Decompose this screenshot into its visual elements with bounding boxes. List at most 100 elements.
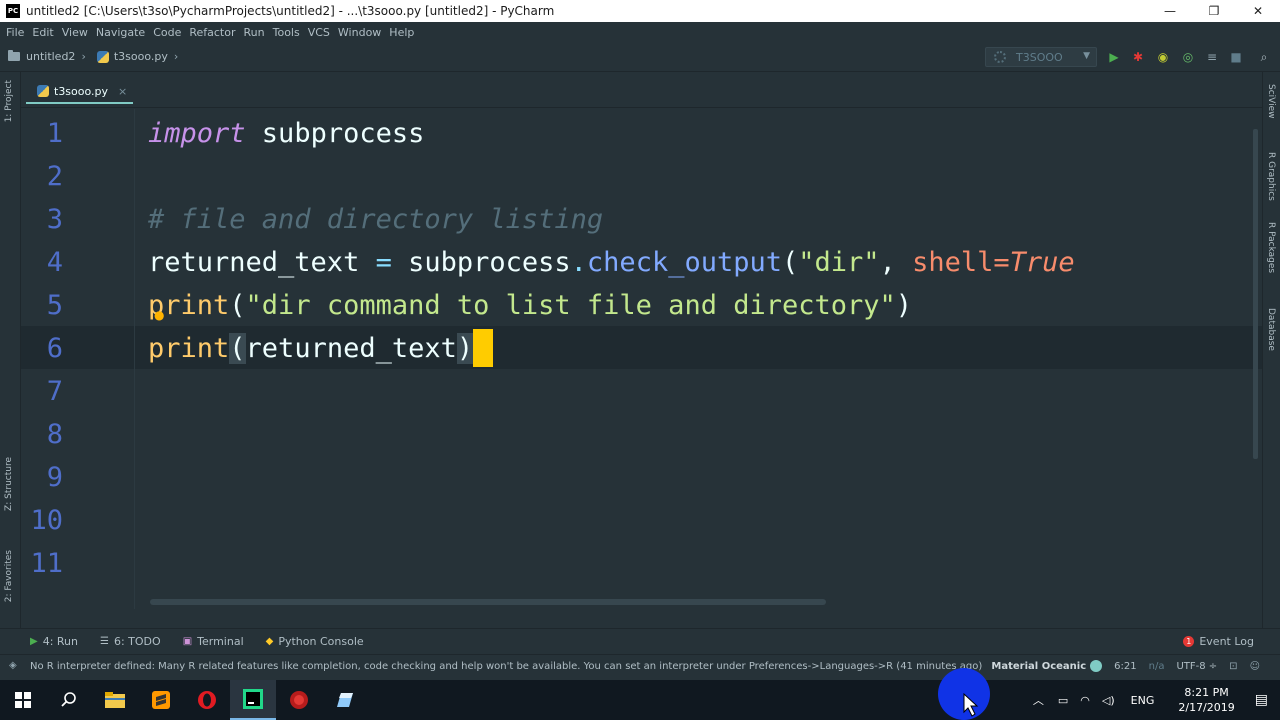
todo-tool-tab[interactable]: ☰ 6: TODO bbox=[100, 635, 161, 648]
code-string: "dir command to list file and directory" bbox=[245, 290, 896, 321]
pycharm-logo-icon: PC bbox=[6, 4, 20, 18]
menu-edit[interactable]: Edit bbox=[28, 26, 57, 39]
profile-icon[interactable]: ◎ bbox=[1180, 49, 1196, 65]
menu-help[interactable]: Help bbox=[385, 26, 418, 39]
run-configuration-label: T3SOOO bbox=[1016, 50, 1063, 64]
code-text: returned_text bbox=[148, 247, 376, 278]
terminal-tool-label: Terminal bbox=[197, 635, 244, 648]
menu-view[interactable]: View bbox=[58, 26, 92, 39]
line-separator[interactable]: n/a bbox=[1149, 661, 1165, 672]
windows-taskbar: ︿ ▭ ◠ ◁) ENG 8:21 PM 2/17/2019 ▤ bbox=[0, 680, 1280, 720]
caret-position[interactable]: 6:21 bbox=[1114, 661, 1136, 672]
menu-bar: File Edit View Navigate Code Refactor Ru… bbox=[0, 22, 1280, 42]
sublime-text-icon[interactable] bbox=[138, 680, 184, 720]
run-tool-tab[interactable]: ▶ 4: Run bbox=[30, 635, 78, 648]
file-explorer-icon[interactable] bbox=[92, 680, 138, 720]
python-console-tool-tab[interactable]: ◆ Python Console bbox=[266, 635, 364, 648]
windows-start-icon[interactable] bbox=[0, 680, 46, 720]
code-keyword: import bbox=[148, 118, 246, 149]
line-number: 8 bbox=[46, 419, 63, 450]
battery-icon[interactable]: ▭ bbox=[1058, 694, 1068, 707]
pycharm-taskbar-icon[interactable] bbox=[230, 680, 276, 720]
run-configuration-select[interactable]: T3SOOO ▼ bbox=[985, 47, 1097, 67]
inspector-icon[interactable]: ☺ bbox=[1250, 661, 1260, 672]
breadcrumb-project[interactable]: untitled2 bbox=[26, 50, 75, 63]
opera-browser-icon[interactable] bbox=[184, 680, 230, 720]
line-number: 3 bbox=[46, 204, 63, 235]
theme-dot-icon bbox=[1090, 660, 1103, 672]
maximize-button[interactable]: ❐ bbox=[1192, 0, 1236, 22]
search-icon[interactable] bbox=[46, 680, 92, 720]
wifi-icon[interactable]: ◠ bbox=[1080, 694, 1090, 707]
menu-file[interactable]: File bbox=[2, 26, 28, 39]
right-tool-strip: SciView R Graphics R Packages Database bbox=[1262, 72, 1280, 628]
line-number: 2 bbox=[46, 161, 63, 192]
coverage-icon[interactable]: ◉ bbox=[1155, 49, 1171, 65]
notification-icon[interactable]: ◈ bbox=[9, 660, 17, 671]
clock[interactable]: 8:21 PM 2/17/2019 bbox=[1178, 685, 1234, 715]
menu-tools[interactable]: Tools bbox=[269, 26, 304, 39]
title-bar: PC untitled2 [C:\Users\t3so\PycharmProje… bbox=[0, 0, 1280, 22]
intention-bulb-icon[interactable]: ● bbox=[154, 308, 164, 322]
lock-icon[interactable]: ⊡ bbox=[1229, 661, 1237, 672]
notifications-icon[interactable]: ▤ bbox=[1255, 692, 1268, 708]
system-tray: ︿ ▭ ◠ ◁) ENG 8:21 PM 2/17/2019 ▤ bbox=[1025, 680, 1280, 720]
r-packages-tool-tab[interactable]: R Packages bbox=[1266, 222, 1276, 273]
vertical-scrollbar[interactable] bbox=[1253, 129, 1258, 459]
menu-vcs[interactable]: VCS bbox=[304, 26, 334, 39]
status-message[interactable]: No R interpreter defined: Many R related… bbox=[30, 661, 982, 672]
run-icon[interactable]: ▶ bbox=[1106, 49, 1122, 65]
line-number: 7 bbox=[46, 376, 63, 407]
code-text: subprocess bbox=[245, 118, 425, 149]
code-line-5: print("dir command to list file and dire… bbox=[148, 284, 912, 327]
project-tool-tab[interactable]: 1: Project bbox=[4, 80, 14, 122]
theme-label: Material Oceanic bbox=[991, 661, 1087, 672]
bottom-tool-bar: ▶ 4: Run ☰ 6: TODO ▣ Terminal ◆ Python C… bbox=[0, 628, 1280, 654]
code-keyword: True bbox=[1009, 247, 1075, 278]
terminal-icon: ▣ bbox=[182, 636, 193, 647]
r-graphics-tool-tab[interactable]: R Graphics bbox=[1266, 152, 1276, 201]
gutter-separator bbox=[134, 109, 135, 609]
search-icon[interactable]: ⌕ bbox=[1256, 49, 1272, 65]
menu-window[interactable]: Window bbox=[334, 26, 385, 39]
todo-tool-label: 6: TODO bbox=[113, 635, 161, 648]
favorites-tool-tab[interactable]: 2: Favorites bbox=[4, 550, 14, 602]
minimize-button[interactable]: — bbox=[1148, 0, 1192, 22]
tab-t3sooo-py[interactable]: t3sooo.py × bbox=[26, 80, 134, 104]
database-tool-tab[interactable]: Database bbox=[1266, 308, 1276, 351]
build-icon[interactable]: ≡ bbox=[1204, 49, 1220, 65]
code-text: , bbox=[879, 247, 913, 278]
python-console-tool-label: Python Console bbox=[278, 635, 364, 648]
screen-recorder-icon[interactable] bbox=[276, 680, 322, 720]
input-language[interactable]: ENG bbox=[1131, 694, 1155, 707]
close-tab-icon[interactable]: × bbox=[118, 85, 127, 98]
code-paren: ) bbox=[895, 290, 913, 321]
breadcrumb-file[interactable]: t3sooo.py bbox=[114, 50, 168, 63]
stop-icon[interactable]: ■ bbox=[1228, 49, 1244, 65]
event-log-tab[interactable]: 1 Event Log bbox=[1183, 635, 1254, 648]
theme-indicator[interactable]: Material Oceanic bbox=[991, 660, 1103, 672]
menu-navigate[interactable]: Navigate bbox=[92, 26, 149, 39]
menu-refactor[interactable]: Refactor bbox=[185, 26, 239, 39]
folder-icon bbox=[8, 50, 20, 61]
menu-run[interactable]: Run bbox=[240, 26, 269, 39]
structure-tool-tab[interactable]: Z: Structure bbox=[4, 457, 14, 511]
app-taskbar-icon[interactable] bbox=[322, 680, 368, 720]
volume-icon[interactable]: ◁) bbox=[1102, 694, 1115, 707]
chevron-up-icon[interactable]: ︿ bbox=[1033, 692, 1044, 708]
line-number: 10 bbox=[30, 505, 63, 536]
close-window-button[interactable]: ✕ bbox=[1236, 0, 1280, 22]
code-text: returned_text bbox=[245, 333, 457, 364]
code-editor[interactable]: 1 2 3 4 5 6 7 8 9 10 11 import subproces… bbox=[21, 109, 1262, 609]
horizontal-scrollbar[interactable] bbox=[150, 599, 826, 605]
code-string: "dir" bbox=[798, 247, 880, 278]
breadcrumb: untitled2 › t3sooo.py › bbox=[0, 50, 184, 63]
terminal-tool-tab[interactable]: ▣ Terminal bbox=[183, 635, 244, 648]
python-file-icon bbox=[37, 85, 49, 97]
sciview-tool-tab[interactable]: SciView bbox=[1266, 84, 1276, 119]
debug-icon[interactable]: ✱ bbox=[1130, 49, 1146, 65]
file-encoding[interactable]: UTF-8 ÷ bbox=[1176, 661, 1217, 672]
menu-code[interactable]: Code bbox=[149, 26, 185, 39]
tab-label: t3sooo.py bbox=[54, 84, 109, 98]
event-count-badge: 1 bbox=[1183, 636, 1195, 647]
